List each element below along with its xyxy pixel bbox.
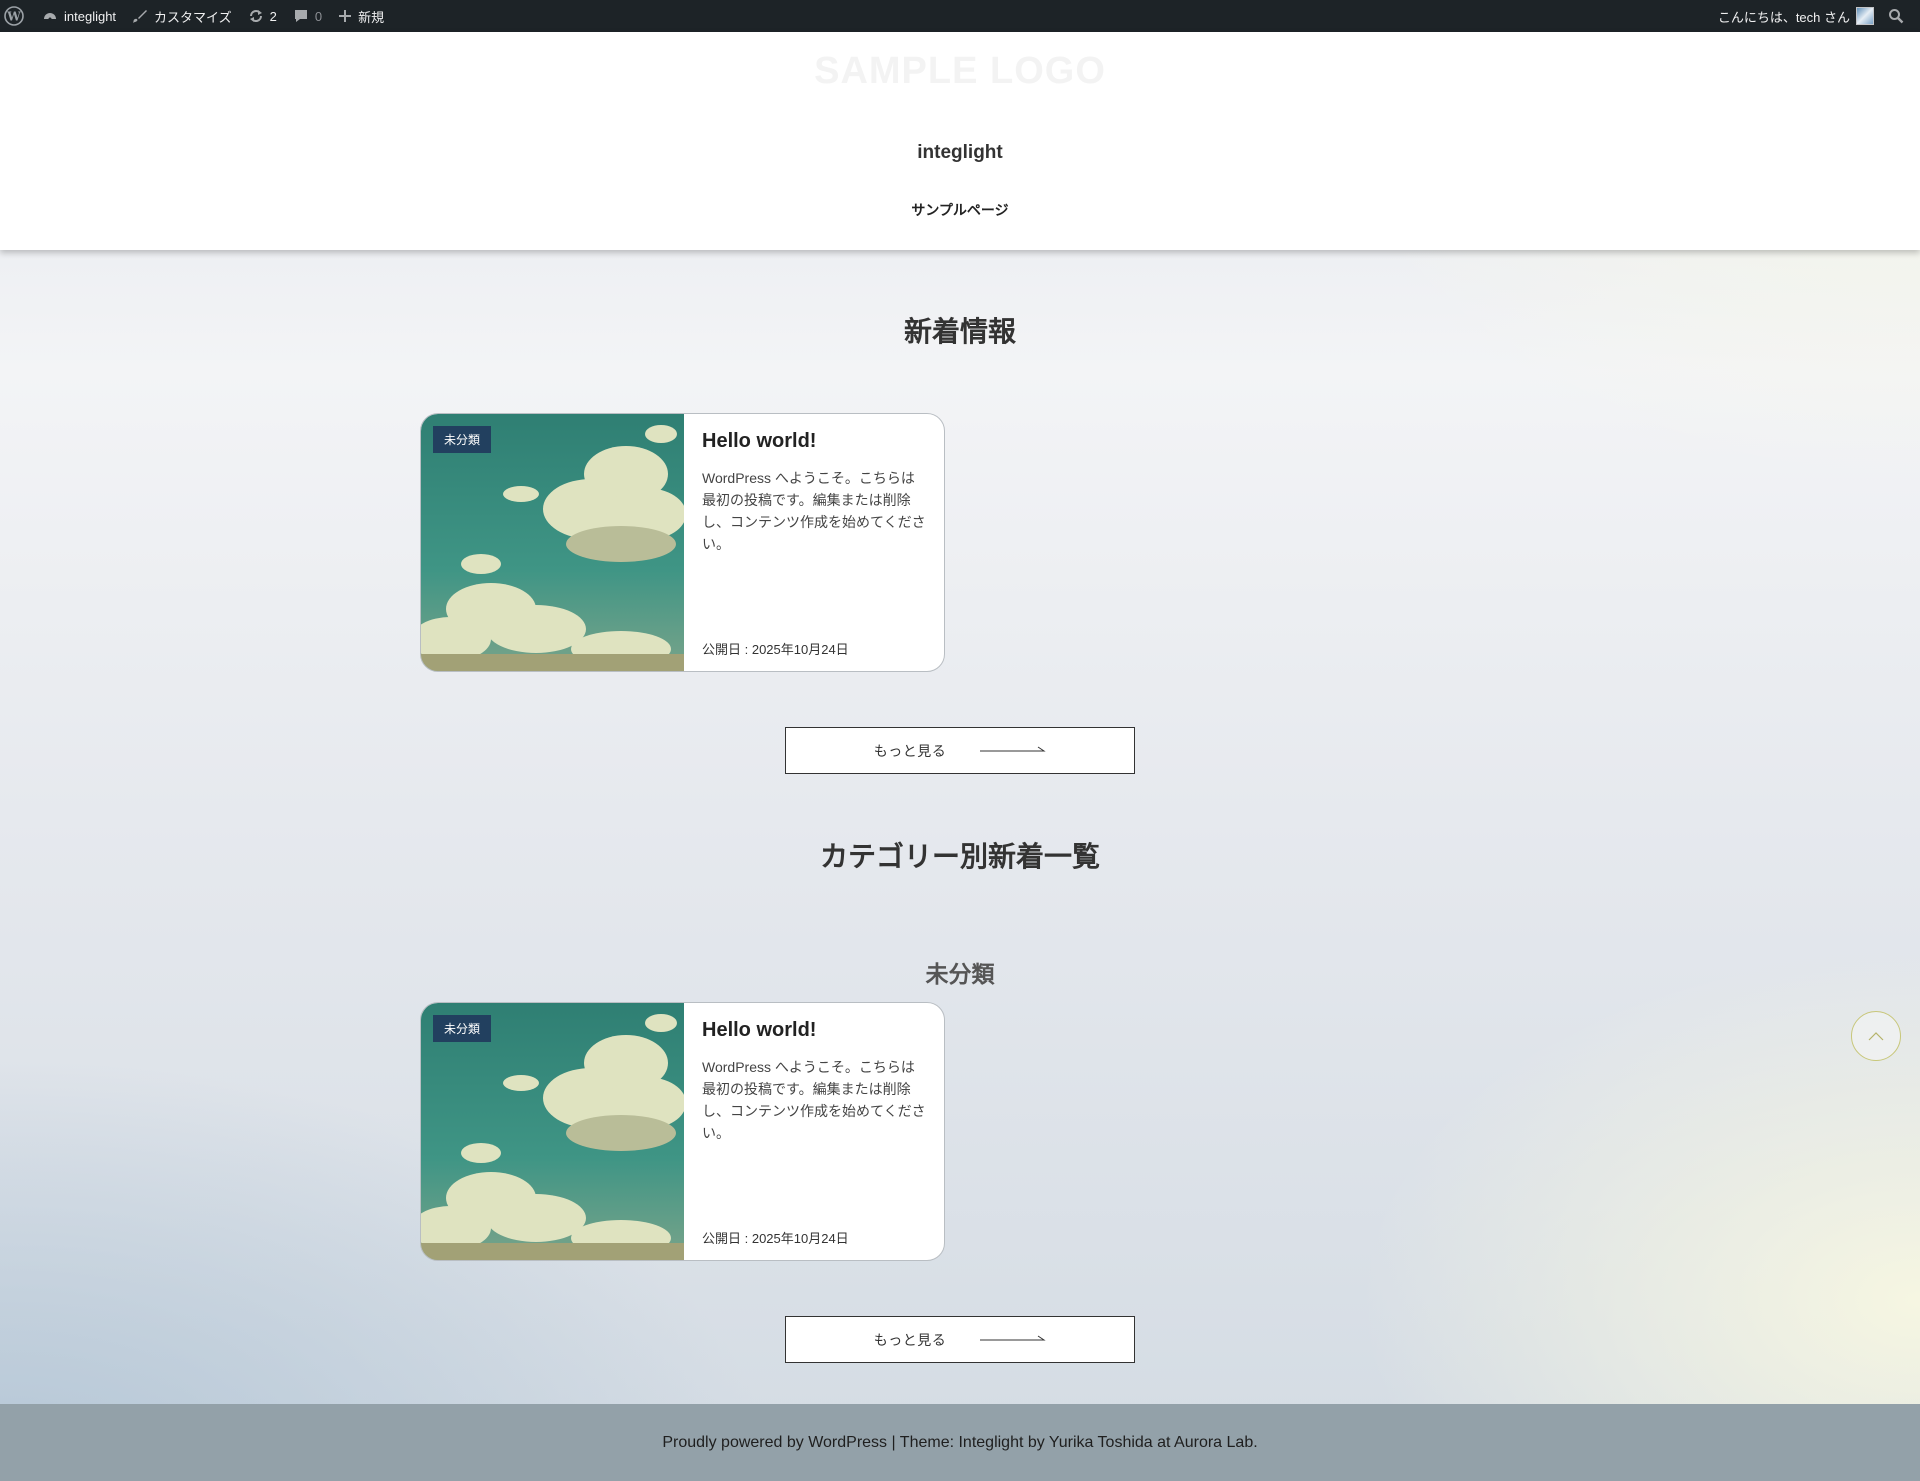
more-button[interactable]: もっと見る bbox=[785, 1316, 1135, 1363]
updates-count: 2 bbox=[269, 8, 277, 24]
category-badge[interactable]: 未分類 bbox=[433, 426, 492, 453]
site-footer: Proudly powered by WordPress | Theme: In… bbox=[0, 1404, 1920, 1481]
more-label: もっと見る bbox=[873, 1331, 947, 1348]
comments-count: 0 bbox=[314, 8, 323, 24]
admin-site-link[interactable]: integlight bbox=[34, 0, 124, 32]
greeting-text: こんにちは、tech さん bbox=[1717, 9, 1850, 25]
plus-icon bbox=[339, 10, 352, 22]
arrow-right-icon bbox=[980, 746, 1046, 751]
new-content-link[interactable]: 新規 bbox=[330, 0, 392, 32]
post-card-body: Hello world! WordPress へようこそ。こちらは最初の投稿です… bbox=[684, 1003, 944, 1260]
chevron-up-icon bbox=[1868, 1032, 1884, 1041]
category-badge[interactable]: 未分類 bbox=[433, 1015, 492, 1042]
nav-item-sample-page[interactable]: サンプルページ bbox=[0, 200, 1920, 220]
category-heading: 未分類 bbox=[925, 961, 995, 987]
avatar bbox=[1856, 7, 1874, 25]
category-section-title: カテゴリー別新着一覧 bbox=[819, 841, 1100, 872]
site-header: SAMPLE LOGO integlight サンプルページ bbox=[0, 32, 1920, 250]
more-button[interactable]: もっと見る bbox=[785, 727, 1135, 774]
post-thumbnail[interactable]: 未分類 bbox=[421, 414, 684, 671]
post-thumbnail[interactable]: 未分類 bbox=[421, 1003, 684, 1260]
post-card-body: Hello world! WordPress へようこそ。こちらは最初の投稿です… bbox=[684, 414, 944, 671]
updates-link[interactable]: 2 bbox=[240, 0, 285, 32]
back-to-top-button[interactable] bbox=[1851, 1011, 1901, 1061]
comments-link[interactable]: 0 bbox=[285, 0, 330, 32]
dashboard-icon bbox=[44, 13, 56, 21]
admin-search-button[interactable] bbox=[1878, 0, 1920, 32]
search-icon bbox=[1889, 9, 1904, 24]
arrow-right-icon bbox=[980, 1335, 1046, 1340]
footer-credits: Proudly powered by WordPress | Theme: In… bbox=[662, 1433, 1258, 1451]
customize-link[interactable]: カスタマイズ bbox=[124, 0, 240, 32]
post-card[interactable]: 未分類 Hello world! WordPress へようこそ。こちらは最初の… bbox=[420, 1002, 945, 1261]
new-label: 新規 bbox=[358, 9, 385, 25]
comment-icon bbox=[294, 10, 307, 22]
svg-text:W: W bbox=[6, 10, 21, 24]
latest-section-title: 新着情報 bbox=[903, 316, 1016, 347]
wordpress-logo-icon[interactable]: W bbox=[0, 0, 34, 32]
my-account-link[interactable]: こんにちは、tech さん bbox=[1710, 0, 1878, 32]
more-label: もっと見る bbox=[873, 742, 947, 759]
site-logo[interactable]: SAMPLE LOGO bbox=[0, 50, 1920, 93]
customize-label: カスタマイズ bbox=[154, 9, 232, 25]
post-date: 公開日 : 2025年10月24日 bbox=[702, 642, 849, 657]
admin-site-name: integlight bbox=[64, 8, 117, 24]
post-excerpt: WordPress へようこそ。こちらは最初の投稿です。編集または削除し、コンテ… bbox=[702, 470, 926, 552]
brush-icon bbox=[133, 10, 148, 23]
post-card[interactable]: 未分類 Hello world! WordPress へようこそ。こちらは最初の… bbox=[420, 413, 945, 672]
post-date: 公開日 : 2025年10月24日 bbox=[702, 1231, 849, 1246]
admin-bar: W integlight カスタマイズ 2 0 新規 こんにちは、tech さん bbox=[0, 0, 1920, 32]
post-title[interactable]: Hello world! bbox=[702, 1019, 926, 1042]
updates-icon bbox=[249, 10, 262, 22]
post-excerpt: WordPress へようこそ。こちらは最初の投稿です。編集または削除し、コンテ… bbox=[702, 1059, 926, 1141]
site-title[interactable]: integlight bbox=[0, 142, 1920, 164]
post-title[interactable]: Hello world! bbox=[702, 430, 926, 453]
